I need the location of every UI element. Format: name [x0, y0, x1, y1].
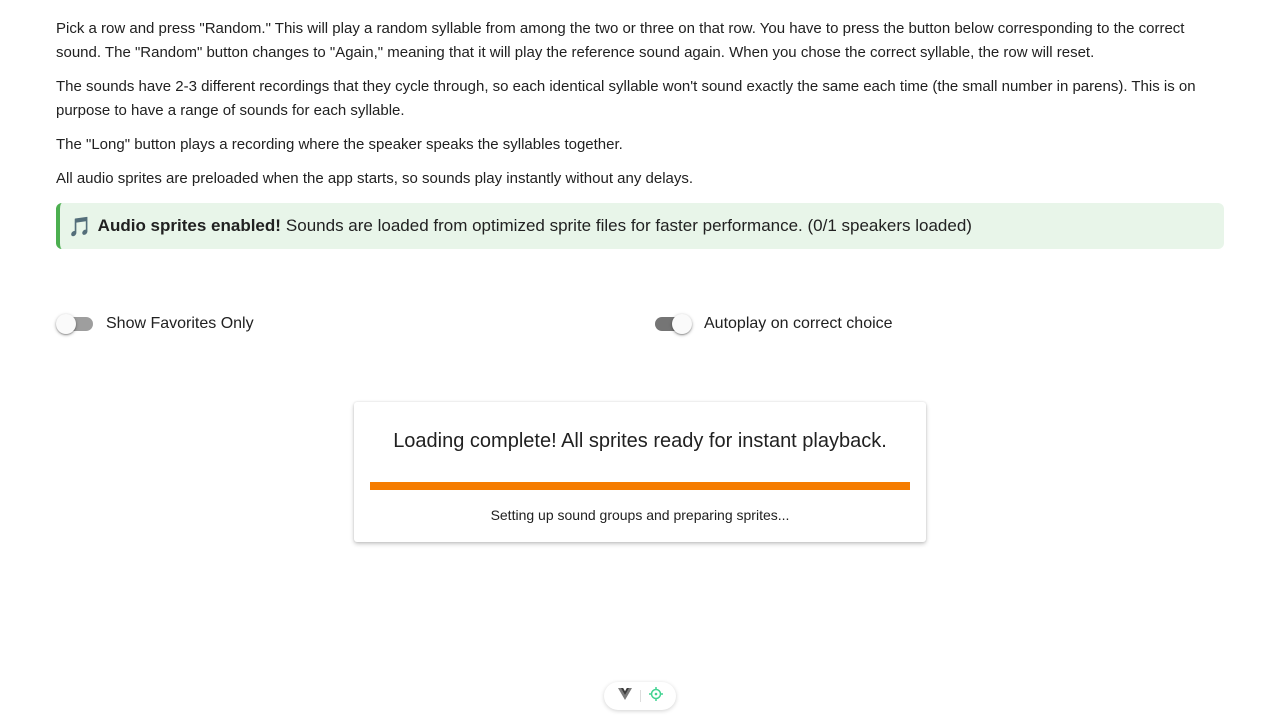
progress-fill: [370, 482, 910, 490]
show-favorites-toggle[interactable]: Show Favorites Only: [56, 312, 254, 336]
loading-card: Loading complete! All sprites ready for …: [354, 402, 926, 542]
instructions-section: Pick a row and press "Random." This will…: [56, 17, 1224, 249]
banner-text: Sounds are loaded from optimized sprite …: [285, 216, 972, 235]
instruction-paragraph: The sounds have 2-3 different recordings…: [56, 78, 1196, 119]
loading-title: Loading complete! All sprites ready for …: [393, 430, 887, 452]
autoplay-switch[interactable]: [654, 312, 692, 336]
switch-thumb[interactable]: [672, 314, 692, 334]
autoplay-toggle[interactable]: Autoplay on correct choice: [654, 312, 893, 336]
target-icon[interactable]: [648, 686, 663, 706]
loading-status: Setting up sound groups and preparing sp…: [490, 507, 790, 523]
favorites-switch[interactable]: [56, 312, 94, 336]
switch-thumb[interactable]: [56, 314, 76, 334]
musical-note-icon: 🎵: [68, 215, 92, 238]
vue-logo-icon[interactable]: [617, 687, 632, 705]
instruction-paragraph: All audio sprites are preloaded when the…: [56, 170, 694, 187]
banner-bold-text: Audio sprites enabled!: [97, 216, 281, 235]
vue-devtools-pill[interactable]: [604, 682, 676, 710]
loading-progress-bar: [370, 482, 910, 490]
instruction-paragraph: The "Long" button plays a recording wher…: [56, 136, 623, 153]
instruction-paragraph: Pick a row and press "Random." This will…: [56, 20, 1185, 61]
audio-sprites-banner: 🎵 Audio sprites enabled! Sounds are load…: [56, 203, 1224, 249]
favorites-toggle-label[interactable]: Show Favorites Only: [106, 315, 254, 333]
devtools-separator: [639, 690, 641, 702]
autoplay-toggle-label[interactable]: Autoplay on correct choice: [704, 315, 893, 333]
